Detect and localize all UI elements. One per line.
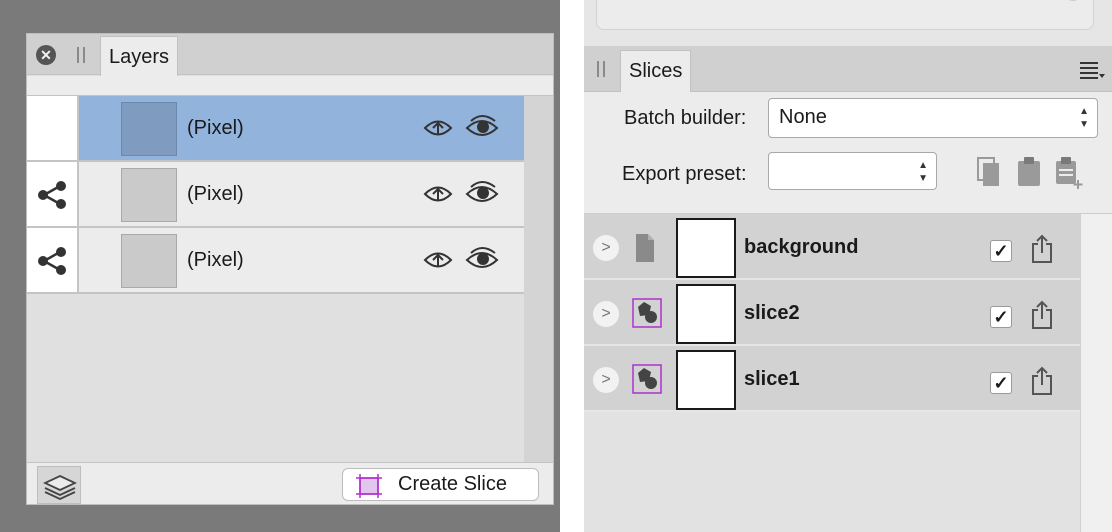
- tab-layers[interactable]: Layers: [100, 36, 179, 76]
- document-icon: [636, 234, 654, 262]
- panel-above-box: [596, 0, 1094, 30]
- eye-icon[interactable]: [465, 113, 499, 143]
- slices-list: > background ✓ > slice2 ✓ > slice1 ✓: [584, 214, 1080, 412]
- slice-row[interactable]: > slice1 ✓: [584, 346, 1080, 412]
- layer-label: (Pixel): [187, 117, 244, 139]
- create-slice-label: Create Slice: [398, 473, 507, 495]
- layers-list: (Pixel) (Pixel) (Pixel): [27, 96, 524, 294]
- slice-checkbox[interactable]: ✓: [990, 240, 1012, 262]
- slice-thumbnail: [676, 218, 736, 278]
- slices-tab-bar: Slices: [584, 46, 1112, 92]
- create-slice-button[interactable]: Create Slice: [342, 468, 539, 501]
- slice-name: slice1: [744, 368, 800, 390]
- chevron-right-icon[interactable]: >: [593, 235, 619, 261]
- layer-gutter: [27, 228, 79, 292]
- chevron-right-icon[interactable]: >: [593, 301, 619, 327]
- shapes-icon: [632, 298, 662, 328]
- slice-icon: [356, 474, 382, 498]
- export-preset-label: Export preset:: [622, 163, 747, 185]
- layer-row[interactable]: (Pixel): [27, 162, 524, 228]
- slice-thumbnail: [676, 350, 736, 410]
- slice-row[interactable]: > background ✓: [584, 214, 1080, 280]
- share-link-icon[interactable]: [36, 180, 68, 210]
- chevron-right-icon[interactable]: >: [593, 367, 619, 393]
- layer-thumbnail: [121, 102, 177, 156]
- layers-scrollbar[interactable]: [524, 96, 553, 462]
- layers-footer: Create Slice: [27, 462, 553, 504]
- batch-builder-value: None: [779, 106, 827, 128]
- batch-builder-label: Batch builder:: [624, 107, 747, 129]
- slices-scrollbar[interactable]: [1080, 214, 1112, 532]
- panel-above: [584, 0, 1112, 46]
- slice-row[interactable]: > slice2 ✓: [584, 280, 1080, 346]
- slice-checkbox[interactable]: ✓: [990, 372, 1012, 394]
- slice-thumbnail: [676, 284, 736, 344]
- eye-icon[interactable]: [465, 245, 499, 275]
- slices-properties: Batch builder: None ▲ ▼ Export preset: ▲ ▼: [584, 92, 1112, 214]
- eye-up-icon[interactable]: [423, 246, 453, 274]
- layers-tab-bar: ✕ Layers: [27, 34, 553, 76]
- drag-grip-icon[interactable]: [77, 47, 85, 63]
- copy-icon[interactable]: [976, 156, 1002, 188]
- layer-label: (Pixel): [187, 249, 244, 271]
- slice-name: slice2: [744, 302, 800, 324]
- layer-gutter: [27, 96, 79, 160]
- eye-up-icon[interactable]: [423, 180, 453, 208]
- slice-checkbox[interactable]: ✓: [990, 306, 1012, 328]
- paste-icon[interactable]: [1016, 156, 1042, 188]
- export-icon[interactable]: [1030, 366, 1054, 396]
- layer-gutter: [27, 162, 79, 226]
- export-icon[interactable]: [1030, 234, 1054, 264]
- layers-header-strip: [27, 76, 553, 96]
- eye-up-icon[interactable]: [423, 114, 453, 142]
- layer-row[interactable]: (Pixel): [27, 228, 524, 294]
- slice-name: background: [744, 236, 859, 258]
- layer-thumbnail: [121, 234, 177, 288]
- close-icon[interactable]: ✕: [36, 45, 56, 65]
- export-preset-select[interactable]: ▲ ▼: [768, 152, 937, 190]
- stepper-arrows-icon: ▲ ▼: [1079, 106, 1089, 130]
- stepper-arrows-icon: ▲ ▼: [918, 160, 928, 184]
- batch-builder-select[interactable]: None ▲ ▼: [768, 98, 1098, 138]
- layers-panel: ✕ Layers (Pixel) (Pixel) (Pixel) Create …: [26, 33, 554, 505]
- export-icon[interactable]: [1030, 300, 1054, 330]
- layer-label: (Pixel): [187, 183, 244, 205]
- eye-icon[interactable]: [465, 179, 499, 209]
- share-link-icon[interactable]: [36, 246, 68, 276]
- layers-stack-button[interactable]: [37, 466, 81, 504]
- layer-thumbnail: [121, 168, 177, 222]
- layer-row[interactable]: (Pixel): [27, 96, 524, 162]
- panel-above-knob: [1065, 0, 1081, 1]
- drag-grip-icon[interactable]: [597, 61, 605, 77]
- menu-icon[interactable]: [1078, 60, 1106, 80]
- paste-add-icon[interactable]: [1054, 156, 1086, 190]
- layers-stack-icon: [43, 475, 77, 500]
- tab-slices[interactable]: Slices: [620, 50, 692, 92]
- slices-panel: Slices Batch builder: None ▲ ▼ Export pre…: [584, 46, 1112, 532]
- shapes-icon: [632, 364, 662, 394]
